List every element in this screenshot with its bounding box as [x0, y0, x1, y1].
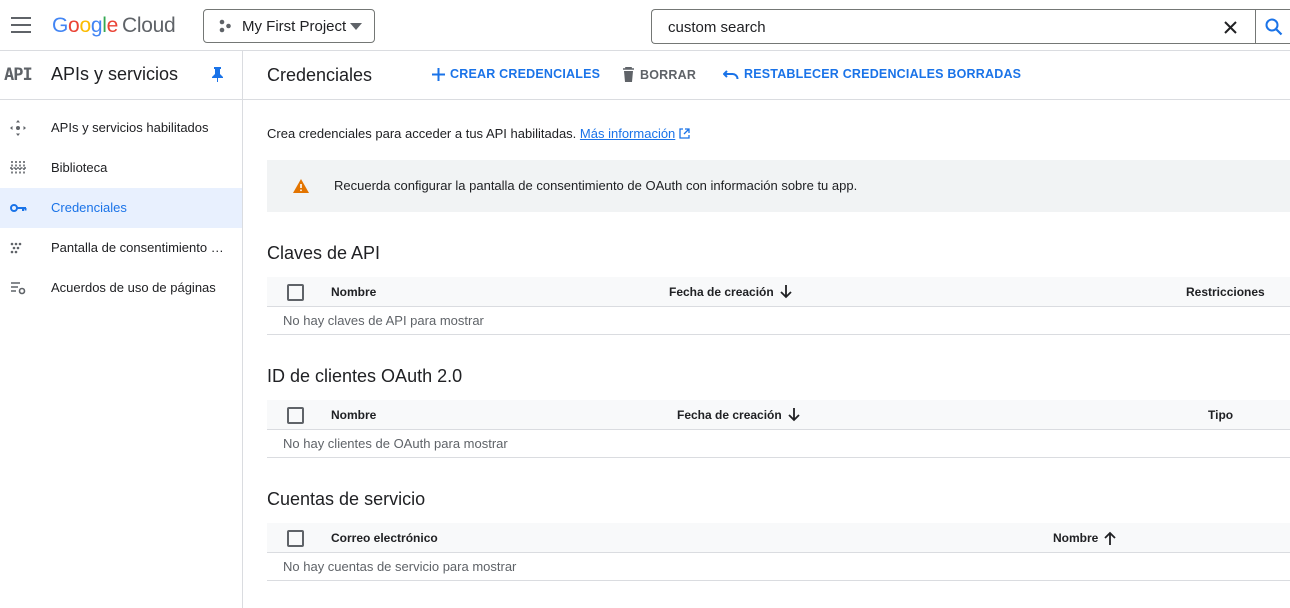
undo-icon [722, 70, 739, 80]
column-header-restrictions[interactable]: Restricciones [1186, 285, 1265, 299]
sidebar-item-label: APIs y servicios habilitados [51, 120, 209, 135]
main-menu-icon[interactable] [11, 17, 31, 33]
sidebar-item-page-agreements[interactable]: Acuerdos de uso de páginas [0, 268, 242, 308]
api-keys-empty-row: No hay claves de API para mostrar [267, 306, 1290, 335]
search-button[interactable] [1255, 9, 1290, 44]
oauth-clients-empty-row: No hay clientes de OAuth para mostrar [267, 429, 1290, 458]
logo-google-text: Google [52, 14, 118, 37]
page-title: Credenciales [267, 65, 373, 85]
search-input[interactable] [668, 17, 1208, 37]
trash-icon [623, 66, 634, 82]
dropdown-arrow-icon [350, 23, 362, 30]
page-agreements-icon [11, 282, 26, 295]
empty-message: No hay cuentas de servicio para mostrar [283, 559, 517, 574]
create-credentials-button[interactable]: CREAR CREDENCIALES [432, 67, 600, 81]
oauth-clients-table-header: Nombre Fecha de creación Tipo [267, 400, 1290, 430]
service-accounts-table-header: Correo electrónico Nombre [267, 523, 1290, 553]
header-divider [243, 99, 1290, 100]
restore-credentials-label: RESTABLECER CREDENCIALES BORRADAS [744, 67, 1022, 81]
project-name: My First Project [242, 18, 347, 35]
external-link-icon [679, 128, 690, 139]
library-icon [10, 161, 26, 175]
google-cloud-logo[interactable]: Google Cloud [52, 14, 176, 38]
api-keys-title: Claves de API [267, 243, 381, 263]
sidebar-item-label: Biblioteca [51, 160, 108, 175]
sort-down-icon[interactable] [788, 408, 800, 422]
key-icon [10, 204, 27, 212]
sort-up-icon[interactable] [1104, 531, 1116, 545]
create-credentials-label: CREAR CREDENCIALES [450, 67, 601, 81]
api-badge-icon: API [4, 65, 33, 85]
sidebar-item-label: Pantalla de consentimiento de OAuth [51, 240, 229, 255]
search-icon [1265, 18, 1283, 36]
project-icon [219, 19, 231, 33]
restore-credentials-button[interactable]: RESTABLECER CREDENCIALES BORRADAS [722, 67, 1022, 81]
apis-services-icon [10, 120, 26, 136]
empty-message: No hay clientes de OAuth para mostrar [283, 436, 508, 451]
select-all-checkbox[interactable] [287, 407, 304, 424]
clear-search-icon[interactable] [1224, 21, 1237, 34]
sidebar-title: APIs y servicios [51, 64, 179, 84]
project-picker-button[interactable]: My First Project [203, 9, 375, 43]
intro-description: Crea credenciales para acceder a tus API… [267, 126, 577, 141]
search-box [651, 9, 1256, 44]
column-header-created[interactable]: Fecha de creación [669, 285, 792, 299]
delete-label: BORRAR [640, 68, 697, 82]
sidebar-item-credentials[interactable]: Credenciales [0, 188, 242, 228]
sidebar-item-oauth-consent[interactable]: Pantalla de consentimiento de OAuth [0, 228, 242, 268]
top-bar: Google Cloud My First Project [0, 0, 1290, 51]
column-header-type[interactable]: Tipo [1208, 408, 1233, 422]
pin-icon[interactable] [212, 67, 223, 82]
service-accounts-title: Cuentas de servicio [267, 489, 426, 509]
select-all-checkbox[interactable] [287, 284, 304, 301]
column-header-created-label: Fecha de creación [677, 408, 782, 422]
sidebar-item-label: Acuerdos de uso de páginas [51, 280, 216, 295]
sidebar: API APIs y servicios APIs y servicios ha… [0, 51, 243, 608]
oauth-consent-icon [10, 242, 22, 254]
column-header-name[interactable]: Nombre [331, 285, 376, 299]
intro-text: Crea credenciales para acceder a tus API… [267, 126, 690, 141]
sort-down-icon[interactable] [780, 285, 792, 299]
delete-button[interactable]: BORRAR [622, 66, 697, 82]
learn-more-link-label: Más información [579, 126, 676, 141]
column-header-created-label: Fecha de creación [669, 285, 774, 299]
plus-icon [432, 68, 445, 81]
column-header-name[interactable]: Nombre [331, 408, 376, 422]
logo-cloud-text: Cloud [121, 14, 176, 37]
warning-icon [293, 179, 309, 193]
select-all-checkbox[interactable] [287, 530, 304, 547]
sidebar-item-library[interactable]: Biblioteca [0, 148, 242, 188]
callout-message: Recuerda configurar la pantalla de conse… [334, 178, 858, 193]
column-header-name-label: Nombre [1053, 531, 1099, 545]
empty-message: No hay claves de API para mostrar [283, 313, 484, 328]
service-accounts-empty-row: No hay cuentas de servicio para mostrar [267, 552, 1290, 581]
column-header-created[interactable]: Fecha de creación [677, 408, 800, 422]
oauth-consent-callout: Recuerda configurar la pantalla de conse… [267, 160, 1290, 212]
api-keys-table-header: Nombre Fecha de creación Restricciones [267, 277, 1290, 307]
oauth-clients-title: ID de clientes OAuth 2.0 [267, 366, 463, 386]
sidebar-item-apis-services[interactable]: APIs y servicios habilitados [0, 108, 242, 148]
sidebar-item-label: Credenciales [51, 200, 127, 215]
learn-more-link[interactable]: Más información [580, 126, 675, 141]
sidebar-header: API APIs y servicios [0, 51, 242, 100]
column-header-email[interactable]: Correo electrónico [331, 531, 438, 545]
column-header-name[interactable]: Nombre [1053, 531, 1116, 545]
